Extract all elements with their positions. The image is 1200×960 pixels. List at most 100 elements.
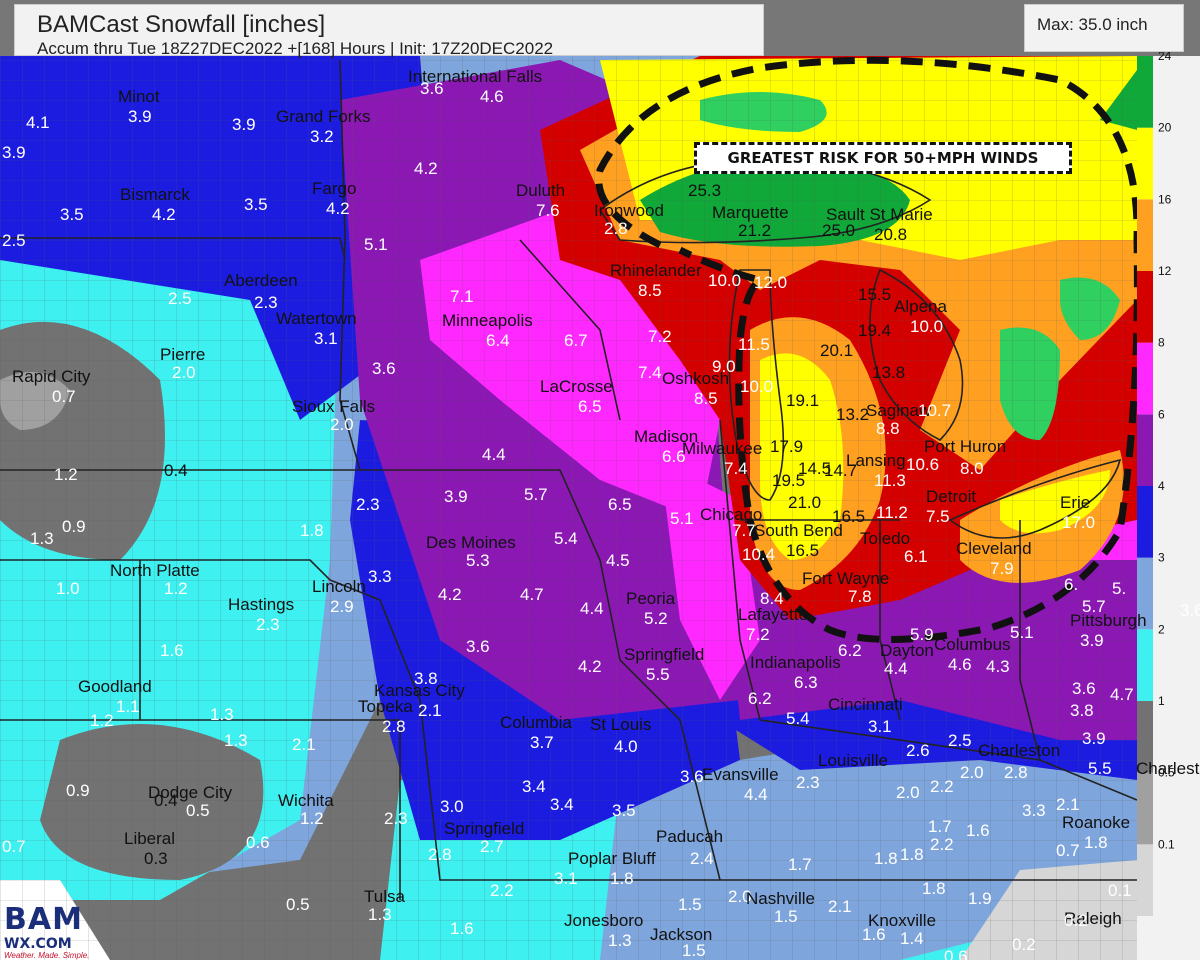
snowfall-value-label: 2.8 [1004, 763, 1028, 782]
snowfall-value-label: 5.1 [364, 235, 388, 254]
city-label: Evansville [702, 765, 779, 784]
snowfall-value-label: 10.7 [918, 401, 952, 420]
snowfall-value-label: 1.5 [678, 895, 702, 914]
snowfall-value-label: 3.5 [60, 205, 84, 224]
snowfall-value-label: 7.5 [926, 507, 950, 526]
snowfall-value-label: 11.2 [876, 503, 908, 522]
city-label: Nashville [746, 889, 815, 908]
city-label: Lafayette [738, 605, 808, 624]
snowfall-value-label: 0.6 [246, 833, 270, 852]
snowfall-value-label: 3.0 [440, 797, 464, 816]
snowfall-value-label: 6.5 [608, 495, 632, 514]
legend-tick-12: 12 [1158, 264, 1172, 278]
snowfall-value-label: 10.6 [906, 455, 940, 474]
snowfall-value-label: 20.1 [820, 341, 854, 360]
city-label: Dayton [880, 641, 934, 660]
snowfall-value-label: 21.0 [788, 493, 822, 512]
snowfall-value-label: 4.2 [578, 657, 602, 676]
snowfall-value-label: 6.4 [486, 331, 510, 350]
city-label: Cincinnati [828, 695, 903, 714]
city-label: Charleston [978, 741, 1061, 760]
snowfall-value-label: 1.2 [54, 465, 78, 484]
snowfall-value-label: 4.1 [26, 113, 50, 132]
logo-bam-text: BAM [4, 902, 83, 937]
snowfall-value-label: 4.4 [482, 445, 506, 464]
city-label: Springfield [624, 645, 705, 664]
snowfall-value-label: 2.3 [254, 293, 278, 312]
snowfall-value-label: 1.7 [788, 855, 812, 874]
snowfall-value-label: 0.4 [154, 791, 178, 810]
city-label: Tulsa [364, 887, 405, 906]
snowfall-value-label: 7.4 [724, 459, 748, 478]
city-label: Goodland [78, 677, 152, 696]
snowfall-value-label: 8.8 [876, 419, 900, 438]
snowfall-value-label: 5.2 [644, 609, 668, 628]
snowfall-value-label: 2.5 [168, 289, 192, 308]
snowfall-value-label: 3.6 [1180, 601, 1200, 620]
city-label: Grand Forks [276, 107, 371, 126]
snowfall-value-label: 1.6 [966, 821, 990, 840]
snowfall-value-label: 1.3 [210, 705, 234, 724]
snowfall-value-label: 5.1 [1010, 623, 1034, 642]
snowfall-value-label: 2.1 [828, 897, 852, 916]
snowfall-value-label: 4.4 [744, 785, 768, 804]
city-label: Topeka [358, 697, 413, 716]
snowfall-value-label: 4.3 [986, 657, 1010, 676]
snowfall-value-label: 3.9 [128, 107, 152, 126]
snowfall-value-label: 7.7 [732, 521, 756, 540]
city-label: Pittsburgh [1070, 611, 1147, 630]
city-label: Fargo [312, 179, 357, 198]
snowfall-value-label: 1.5 [774, 907, 798, 926]
snowfall-value-label: 1.8 [300, 521, 324, 540]
snowfall-value-label: 4.2 [438, 585, 462, 604]
snowfall-value-label: 2.0 [330, 415, 354, 434]
legend-swatch-24 [1137, 56, 1153, 128]
snowfall-value-label: 4.0 [614, 737, 638, 756]
city-label: Duluth [516, 181, 566, 200]
snowfall-value-label: 0.2 [1064, 911, 1088, 930]
snowfall-value-label: 6.1 [904, 547, 928, 566]
snowfall-value-label: 3.5 [612, 801, 636, 820]
snowfall-value-label: 1.2 [300, 809, 324, 828]
snowfall-value-label: 3.6 [680, 767, 704, 786]
city-label: Detroit [926, 487, 977, 506]
snowfall-value-label: 0.1 [1108, 881, 1132, 900]
snowfall-value-label: 1.8 [874, 849, 898, 868]
snowfall-value-label: 5.7 [524, 485, 548, 504]
city-label: Marquette [712, 203, 789, 222]
snowfall-value-label: 2.0 [960, 763, 984, 782]
snowfall-value-label: 0.2 [1012, 935, 1036, 954]
snowfall-value-label: 7.8 [848, 587, 872, 606]
snowfall-value-label: 1.6 [862, 925, 886, 944]
city-label: North Platte [110, 561, 200, 580]
legend-tick-8: 8 [1158, 336, 1165, 350]
snowfall-value-label: 6.7 [564, 331, 588, 350]
snowfall-value-label: 3.7 [530, 733, 554, 752]
snowfall-value-label: 7.6 [536, 201, 560, 220]
snowfall-value-label: 3.6 [1072, 679, 1096, 698]
city-label: Rapid City [12, 367, 91, 386]
snowfall-value-label: 12.0 [754, 273, 788, 292]
snowfall-value-label: 3.9 [232, 115, 256, 134]
snowfall-value-label: 2.1 [292, 735, 316, 754]
snowfall-value-label: 3.3 [368, 567, 392, 586]
snowfall-value-label: 4.7 [520, 585, 544, 604]
snowfall-value-label: 7.9 [990, 559, 1014, 578]
snowfall-value-label: 19.4 [858, 321, 892, 340]
snowfall-value-label: 2.2 [490, 881, 514, 900]
city-label: Jonesboro [564, 911, 644, 930]
city-label: Indianapolis [750, 653, 841, 672]
snowfall-value-label: 1.2 [164, 579, 188, 598]
city-label: Peoria [626, 589, 676, 608]
snowfall-value-label: 3.1 [868, 717, 892, 736]
snowfall-value-label: 3.6 [466, 637, 490, 656]
snowfall-value-label: 7.1 [450, 287, 474, 306]
logo-tagline: Weather. Made. Simple. [4, 951, 90, 960]
snowfall-value-label: 19.1 [786, 391, 820, 410]
city-label: Bismarck [120, 185, 190, 204]
city-label: Paducah [656, 827, 724, 846]
snowfall-value-label: 2.8 [428, 845, 452, 864]
snowfall-value-label: 10.0 [740, 377, 774, 396]
snowfall-value-label: 2.1 [418, 701, 442, 720]
map-subtitle: Accum thru Tue 18Z27DEC2022 +[168] Hours… [37, 39, 554, 58]
